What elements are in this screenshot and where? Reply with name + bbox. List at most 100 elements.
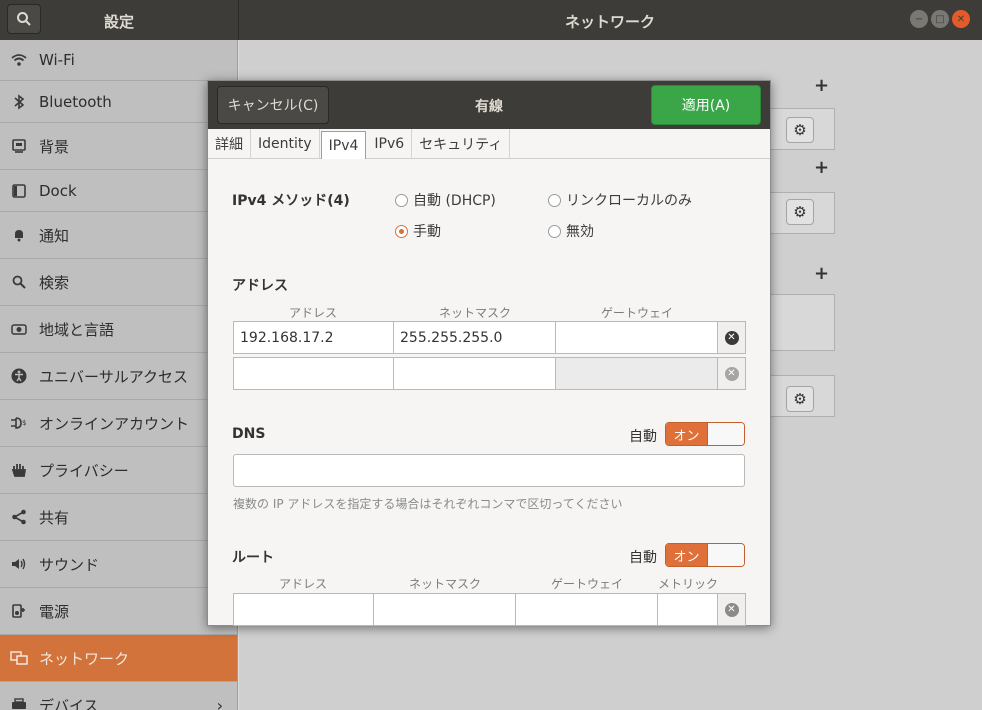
sidebar-item-label: ユニバーサルアクセス — [39, 367, 188, 386]
sidebar-item-region[interactable]: 地域と言語 — [0, 306, 237, 353]
sidebar-item-search[interactable]: 検索 — [0, 259, 237, 306]
gear-icon: ⚙ — [793, 390, 807, 408]
radio-label: 自動 (DHCP) — [413, 193, 496, 209]
camera-icon — [10, 320, 28, 338]
maximize-button[interactable]: □ — [931, 10, 949, 28]
add-connection-button[interactable]: + — [814, 75, 829, 96]
close-icon: ✕ — [956, 13, 966, 25]
route-address-input[interactable] — [233, 593, 374, 626]
address-row: 192.168.17.2 255.255.255.0 — [233, 321, 718, 354]
add-vpn-button[interactable]: + — [814, 157, 829, 178]
radio-dhcp[interactable]: 自動 (DHCP) — [395, 190, 496, 210]
address-input[interactable]: 192.168.17.2 — [233, 321, 394, 354]
method-label: IPv4 メソッド(4) — [232, 193, 350, 209]
addresses-label: アドレス — [232, 278, 288, 294]
sidebar-item-background[interactable]: 背景 — [0, 123, 237, 170]
sidebar-item-label: Wi-Fi — [39, 51, 75, 69]
switch-on-label: オン — [666, 544, 707, 566]
sidebar-item-label: 電源 — [39, 602, 70, 621]
window-title: ネットワーク — [564, 13, 655, 31]
radio-label: 手動 — [413, 224, 441, 240]
clear-icon: ✕ — [724, 330, 739, 345]
sidebar-item-label: Dock — [39, 181, 77, 200]
sidebar-item-sharing[interactable]: 共有 — [0, 494, 237, 541]
radio-label: リンクローカルのみ — [566, 193, 692, 209]
svg-text:$: $ — [22, 419, 26, 427]
clear-icon: ✕ — [724, 602, 739, 617]
delete-address-button[interactable]: ✕ — [718, 321, 746, 354]
hand-icon — [10, 461, 28, 479]
route-metric-input[interactable] — [658, 593, 718, 626]
apply-button[interactable]: 適用(A) — [651, 85, 761, 125]
vpn-settings-button[interactable]: ⚙ — [786, 199, 814, 225]
delete-route-button[interactable]: ✕ — [718, 593, 746, 626]
sidebar-item-bluetooth[interactable]: Bluetooth — [0, 81, 237, 123]
address-input[interactable] — [233, 357, 394, 390]
radio-indicator — [548, 193, 561, 207]
gear-icon: ⚙ — [793, 203, 807, 221]
switch-on-label: オン — [666, 423, 707, 445]
dock-icon — [10, 182, 28, 200]
dns-auto-label: 自動 — [629, 429, 657, 445]
netmask-input[interactable]: 255.255.255.0 — [394, 321, 556, 354]
netmask-input[interactable] — [394, 357, 556, 390]
routes-auto-switch[interactable]: オン — [665, 543, 745, 567]
sidebar-item-privacy[interactable]: プライバシー — [0, 447, 237, 494]
sidebar-item-sound[interactable]: サウンド — [0, 541, 237, 588]
settings-title: 設定 — [103, 13, 134, 31]
routes-label: ルート — [232, 550, 274, 566]
sidebar-item-label: 背景 — [39, 137, 70, 156]
minimize-icon: − — [914, 13, 924, 25]
cancel-button[interactable]: キャンセル(C) — [217, 86, 329, 124]
tab-security[interactable]: セキュリティ — [412, 129, 511, 159]
speaker-icon — [10, 555, 28, 573]
wired-settings-dialog: キャンセル(C) 有線 適用(A) 詳細 Identity IPv4 IPv6 … — [207, 80, 771, 626]
sidebar-item-online-accounts[interactable]: $ オンラインアカウント — [0, 400, 237, 447]
sidebar-item-label: 検索 — [39, 273, 70, 292]
wired-settings-button[interactable]: ⚙ — [786, 117, 814, 143]
col-header-gateway: ゲートウェイ — [600, 306, 673, 320]
dns-hint: 複数の IP アドレスを指定する場合はそれぞれコンマで区切ってください — [233, 497, 623, 511]
dns-auto-switch[interactable]: オン — [665, 422, 745, 446]
switch-knob — [707, 423, 744, 445]
radio-manual[interactable]: 手動 — [395, 221, 441, 241]
online-accounts-icon: $ — [10, 414, 28, 432]
power-icon — [10, 602, 28, 620]
sidebar-item-label: 共有 — [39, 508, 70, 527]
wifi-icon — [10, 51, 28, 69]
sidebar-item-wifi[interactable]: Wi-Fi — [0, 40, 237, 81]
sidebar-item-dock[interactable]: Dock — [0, 170, 237, 212]
gateway-input[interactable] — [556, 321, 718, 354]
col-header-netmask: ネットマスク — [438, 306, 511, 320]
switch-knob — [707, 544, 744, 566]
radio-disabled[interactable]: 無効 — [548, 221, 594, 241]
sidebar-item-label: ネットワーク — [39, 649, 130, 668]
route-gateway-input[interactable] — [516, 593, 658, 626]
tab-ipv4[interactable]: IPv4 — [320, 131, 367, 159]
tab-identity[interactable]: Identity — [251, 129, 320, 159]
sidebar-item-network[interactable]: ネットワーク — [0, 635, 237, 682]
col-header-address: アドレス — [288, 306, 337, 320]
sidebar-item-notifications[interactable]: 通知 — [0, 212, 237, 259]
sidebar-item-power[interactable]: 電源 — [0, 588, 237, 635]
delete-address-button: ✕ — [718, 357, 746, 390]
dns-input[interactable] — [233, 454, 745, 487]
proxy-settings-button[interactable]: ⚙ — [786, 386, 814, 412]
radio-link-local[interactable]: リンクローカルのみ — [548, 190, 692, 210]
dns-label: DNS — [232, 426, 266, 442]
route-netmask-input[interactable] — [374, 593, 516, 626]
radio-indicator-selected — [395, 224, 408, 238]
sidebar-item-universal-access[interactable]: ユニバーサルアクセス — [0, 353, 237, 400]
tab-ipv6[interactable]: IPv6 — [367, 129, 413, 159]
gateway-input — [556, 357, 718, 390]
bluetooth-icon — [10, 93, 28, 111]
chevron-right-icon: › — [216, 695, 223, 710]
tab-details[interactable]: 詳細 — [208, 129, 251, 159]
close-button[interactable]: ✕ — [952, 10, 970, 28]
add-button[interactable]: + — [814, 263, 829, 284]
clear-icon: ✕ — [724, 366, 739, 381]
sidebar-item-devices[interactable]: デバイス › — [0, 682, 237, 710]
search-icon — [10, 273, 28, 291]
minimize-button[interactable]: − — [910, 10, 928, 28]
maximize-icon: □ — [935, 13, 945, 25]
